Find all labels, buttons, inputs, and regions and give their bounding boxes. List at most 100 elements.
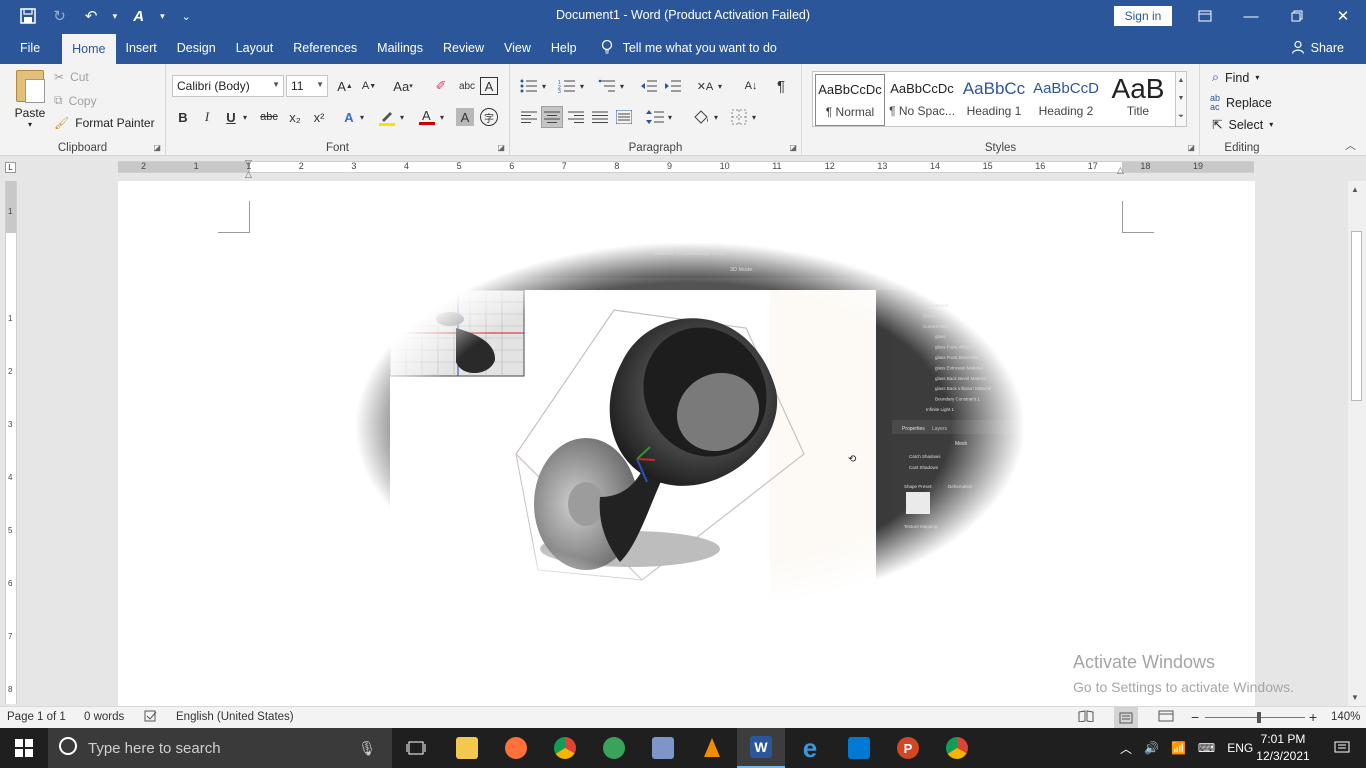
show-formatting-marks-icon[interactable]: ¶ [770,75,792,97]
copy-button[interactable]: ⧉ Copy [54,93,97,108]
touch-dropdown-icon[interactable]: ▾ [156,2,168,30]
style-normal[interactable]: AaBbCcDc ¶ Normal [815,74,885,126]
dialog-launcher-icon[interactable]: ◪ [1187,143,1195,152]
vertical-scrollbar[interactable]: ▲ ▼ [1348,181,1366,706]
shading-icon[interactable] [690,106,712,128]
font-color-icon[interactable]: A [416,106,438,128]
subscript-button[interactable]: x₂ [284,106,306,128]
replace-button[interactable]: ab ac Replace [1210,94,1272,112]
find-button[interactable]: ⌕ Find ▾ [1212,70,1259,85]
dialog-launcher-icon[interactable]: ◪ [153,143,161,152]
select-button[interactable]: ⇱ Select ▾ [1212,117,1273,133]
calculator-app-icon[interactable] [639,728,687,768]
read-mode-icon[interactable] [1078,710,1094,725]
undo-dropdown-icon[interactable]: ▾ [109,2,121,30]
word-count[interactable]: 0 words [84,711,124,723]
tab-file[interactable]: File [0,32,50,64]
scroll-up-icon[interactable]: ▲ [1351,185,1359,194]
dialog-launcher-icon[interactable]: ◪ [789,143,797,152]
chevron-down-icon[interactable]: ▾ [748,106,760,128]
zoom-level[interactable]: 140% [1331,711,1360,723]
tab-design[interactable]: Design [167,32,226,64]
first-line-indent-marker[interactable]: ▽ [245,158,252,169]
more-styles-icon[interactable]: ⏷ [1178,113,1184,121]
align-left-icon[interactable] [518,106,540,128]
chevron-down-icon[interactable]: ▾ [239,106,251,128]
align-right-icon[interactable] [565,106,587,128]
horizontal-ruler[interactable]: 2 1 1 2 3 4 5 6 7 8 9 10 11 12 13 14 15 16 17 18 19 [118,161,1254,173]
ribbon-display-options-icon[interactable] [1182,0,1228,32]
grow-font-button[interactable]: A ▲ [334,75,356,97]
style-heading-2[interactable]: AaBbCcD Heading 2 [1031,74,1101,126]
superscript-button[interactable]: x² [308,106,330,128]
vertical-ruler[interactable]: 1 1 2 3 4 5 6 7 8 [5,181,17,704]
undo-icon[interactable]: ↶ [77,2,105,30]
word-taskbar-icon[interactable]: W [737,728,785,768]
justify-icon[interactable] [589,106,611,128]
autosave-icon[interactable]: ↻ [46,2,74,30]
change-case-button[interactable]: Aa ▾ [388,75,418,97]
chevron-down-icon[interactable]: ▾ [538,75,550,97]
chevron-down-icon[interactable]: ▾ [664,106,676,128]
chevron-down-icon[interactable]: ▾ [714,75,726,97]
scroll-down-icon[interactable]: ▼ [1351,693,1359,702]
save-icon[interactable] [14,2,42,30]
customize-qat-icon[interactable]: ⌄ [172,2,200,30]
language-status[interactable]: English (United States) [176,711,294,723]
show-hidden-icons-icon[interactable]: ︿ [1120,740,1132,757]
web-layout-icon[interactable] [1158,710,1174,725]
chevron-down-icon[interactable]: ▾ [356,106,368,128]
bullets-icon[interactable] [518,75,540,97]
inserted-picture[interactable]: Adobe Photoshop CS6 3D Mode: Environment… [350,242,1030,612]
tab-selector-icon[interactable]: L [5,162,16,173]
vscode-icon[interactable] [835,728,883,768]
dialog-launcher-icon[interactable]: ◪ [497,143,505,152]
globe-app-icon[interactable] [590,728,638,768]
minimize-icon[interactable]: — [1228,0,1274,32]
tab-help[interactable]: Help [541,32,587,64]
font-size-select[interactable]: 11 ▼ [286,75,328,97]
strikethrough-button[interactable]: abc [258,106,280,128]
tab-review[interactable]: Review [433,32,494,64]
style-no-spacing[interactable]: AaBbCcDc ¶ No Spac... [887,74,957,126]
borders-icon[interactable] [728,106,750,128]
firefox-icon[interactable] [492,728,540,768]
italic-button[interactable]: I [196,106,218,128]
edge-icon[interactable]: e [786,728,834,768]
format-painter-button[interactable]: 🖌 Format Painter [54,116,155,130]
chevron-down-icon[interactable]: ▾ [576,75,588,97]
align-center-icon[interactable] [541,106,563,128]
chevron-down-icon[interactable]: ▾ [616,75,628,97]
chrome-icon[interactable] [541,728,589,768]
paste-button[interactable]: Paste ▾ [10,70,50,129]
bold-button[interactable]: B [172,106,194,128]
zoom-slider-thumb[interactable] [1257,712,1261,723]
task-view-icon[interactable] [392,728,440,768]
chevron-up-icon[interactable]: ▲ [1178,77,1185,84]
styles-gallery-scroll[interactable]: ▲ ▼ ⏷ [1175,71,1187,127]
tab-home[interactable]: Home [62,34,116,64]
font-family-select[interactable]: Calibri (Body) ▼ [172,75,284,97]
tab-references[interactable]: References [283,32,367,64]
scrollbar-thumb[interactable] [1351,231,1362,401]
volume-icon[interactable]: 🔊 [1144,741,1159,755]
decrease-indent-icon[interactable] [638,75,660,97]
zoom-slider[interactable] [1205,717,1305,718]
chevron-down-icon[interactable]: ▾ [436,106,448,128]
sort-icon[interactable]: A↓ [740,75,762,97]
proofing-icon[interactable] [144,710,158,725]
right-indent-marker[interactable]: △ [1117,165,1124,176]
microphone-icon[interactable]: 🎙 [358,740,376,757]
highlight-icon[interactable] [376,106,398,128]
asian-layout-icon[interactable]: ✕A [694,75,716,97]
powerpoint-icon[interactable]: P [884,728,932,768]
distributed-icon[interactable] [613,106,635,128]
shrink-font-button[interactable]: A ▼ [358,75,380,97]
line-spacing-icon[interactable] [644,106,666,128]
start-button[interactable] [0,728,48,768]
chevron-down-icon[interactable]: ▾ [710,106,722,128]
tab-mailings[interactable]: Mailings [367,32,433,64]
touch-mode-icon[interactable]: A [125,2,153,30]
input-language[interactable]: ENG [1227,741,1253,755]
multilevel-list-icon[interactable] [596,75,618,97]
